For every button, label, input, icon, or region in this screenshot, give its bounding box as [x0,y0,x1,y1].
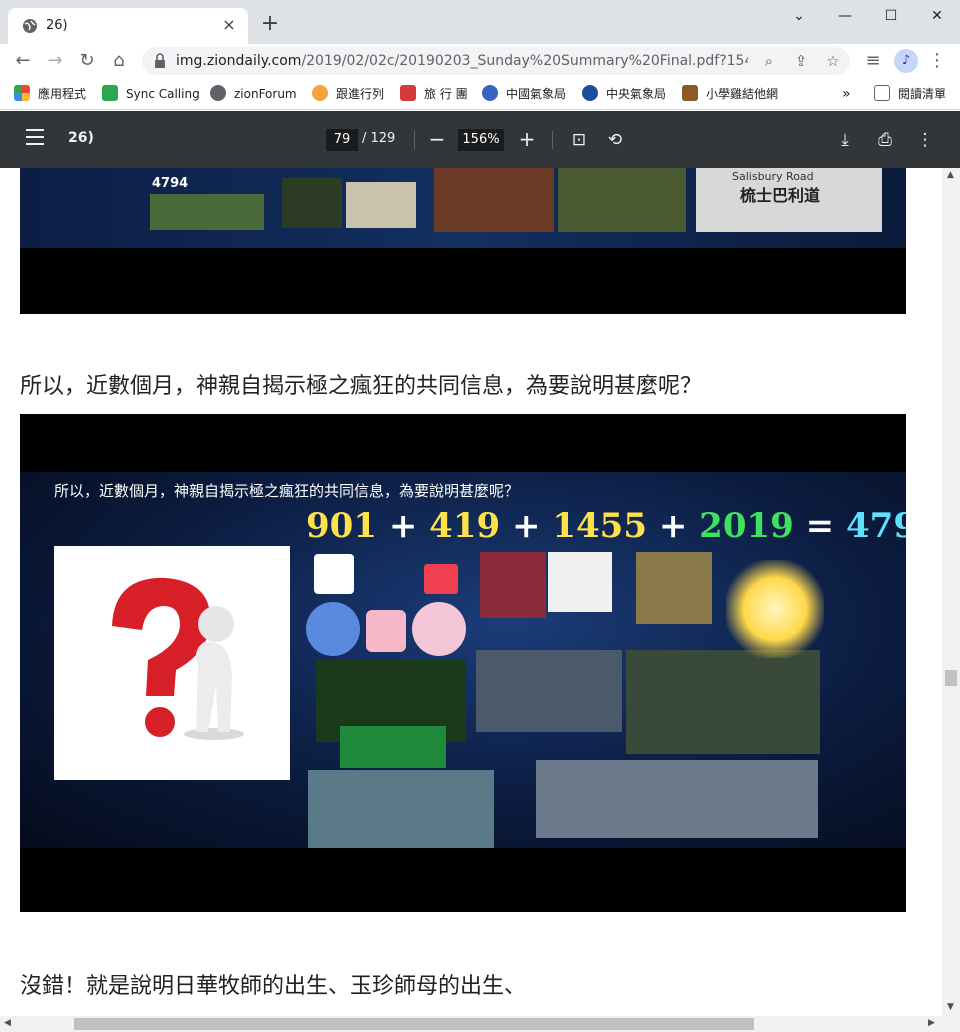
tab-strip: 26) × + ⌄ — ☐ ✕ [0,0,960,44]
pdf-menu-icon[interactable] [26,129,44,145]
calendar-icon [314,554,354,594]
back-icon[interactable]: ← [12,50,34,72]
rotate-icon[interactable]: ⟲ [604,129,626,151]
pdf-viewport: 4794 Salisbury Road 梳士巴利道 所以，近數個月，神親自揭示極… [0,168,942,1016]
sync-calling-icon [102,85,118,101]
profile-avatar-icon[interactable]: ♪ [894,49,918,73]
bookmark-sync-calling[interactable]: Sync Calling [102,84,200,104]
map-thumbnail [150,194,264,230]
bookmark-tour[interactable]: 旅 行 團 [400,84,468,104]
zoom-icon[interactable]: ⌕ [758,50,780,72]
browser-toolbar: ← → ↻ ⌂ img.ziondaily.com/2019/02/02c/20… [0,44,960,78]
photo-thumbnail [480,552,546,618]
bookmark-zionforum[interactable]: zionForum [210,84,297,104]
globe-icon [23,19,37,33]
bookmark-cwb[interactable]: 中央氣象局 [582,84,666,104]
scroll-up-icon[interactable]: ▲ [947,170,954,180]
apps-grid-icon [14,85,30,101]
globe-icon [210,85,226,101]
page-total: / 129 [362,131,396,146]
scroll-right-icon[interactable]: ▶ [928,1018,935,1028]
reload-icon[interactable]: ↻ [76,50,98,72]
zoom-input[interactable]: 156% [458,129,504,151]
photo-thumbnail [346,182,416,228]
painting-photo [558,168,686,232]
reading-list-button[interactable]: 閱讀清單 [874,84,946,104]
tab-active[interactable]: 26) × [8,8,248,44]
psalm-thumbnail [636,552,712,624]
home-icon[interactable]: ⌂ [108,50,130,72]
follow-up-icon [312,85,328,101]
question-mark-image [54,546,290,780]
avatar-icon [306,602,360,656]
vertical-scroll-thumb[interactable] [945,670,957,686]
url-text: img.ziondaily.com/2019/02/02c/20190203_S… [176,53,748,69]
guitar-icon [682,85,698,101]
page-number-input[interactable]: 79 [326,129,358,151]
tab-search-button[interactable]: ⌄ [784,6,814,26]
forward-icon[interactable]: → [44,50,66,72]
browser-menu-icon[interactable]: ⋮ [926,50,948,72]
slide-equation: 901 + 419 + 1455 + 2019 = 4794 [306,506,906,546]
zoom-in-button[interactable]: + [516,128,538,150]
road-sign-photo: Salisbury Road 梳士巴利道 [696,168,882,232]
minimize-button[interactable]: — [830,6,860,26]
tour-icon [400,85,416,101]
horizontal-scroll-thumb[interactable] [74,1018,754,1030]
address-bar[interactable]: img.ziondaily.com/2019/02/02c/20190203_S… [142,47,850,75]
media-control-icon[interactable]: ≡ [862,50,884,72]
paragraph-text: 沒錯！就是說明日華牧師的出生、玉珍師母的出生、 [20,974,527,999]
bridge-photo [308,770,494,848]
download-icon[interactable]: ⤓ [834,129,856,151]
photo-thumbnail [282,178,342,228]
fit-page-icon[interactable]: ⊡ [568,129,590,151]
bookmark-guitar[interactable]: 小學雞結他網 [682,84,778,104]
scroll-left-icon[interactable]: ◀ [4,1018,11,1028]
tab-title: 26) [46,18,68,33]
cake-icon [366,610,406,652]
bookmark-apps[interactable]: 應用程式 [14,84,86,104]
share-icon[interactable]: ⇪ [790,50,812,72]
aerial-map [626,650,820,754]
bookmarks-bar: 應用程式 Sync Calling zionForum 跟進行列 旅 行 團 中… [0,78,960,110]
reading-list-icon [874,85,890,101]
pdf-more-icon[interactable]: ⋮ [914,129,936,151]
slide-image: 所以，近數個月，神親自揭示極之瘋狂的共同信息，為要說明甚麼呢？ 901 + 41… [20,414,906,912]
print-icon[interactable]: ⎙ [874,129,896,151]
bookmark-star-icon[interactable]: ☆ [822,50,844,72]
pdf-toolbar: 26) 79 / 129 − 156% + ⊡ ⟲ ⤓ ⎙ ⋮ [0,111,960,168]
bookmarks-more-icon[interactable]: » [842,84,851,104]
cma-icon [482,85,498,101]
buildings-photo [536,760,818,838]
avatar-icon [412,602,466,656]
horizontal-scrollbar[interactable]: ◀ ▶ [0,1016,960,1032]
scroll-down-icon[interactable]: ▼ [947,1002,954,1012]
close-window-button[interactable]: ✕ [922,6,952,26]
zoom-out-button[interactable]: − [428,128,446,150]
table-thumbnail [548,552,612,612]
pdf-title: 26) [68,130,94,146]
question-mark-figure-icon [112,577,244,740]
new-tab-button[interactable]: + [260,13,280,35]
bookmark-follow-up[interactable]: 跟進行列 [312,84,384,104]
highway-sign [340,726,446,768]
top-image-number: 4794 [152,176,189,191]
bookmark-cma[interactable]: 中國氣象局 [482,84,566,104]
slide-image-top: 4794 Salisbury Road 梳士巴利道 [20,168,906,314]
divider [414,131,415,149]
building-photo [434,168,554,232]
vertical-scrollbar[interactable]: ▲ ▼ [942,168,960,1016]
bus-photo [476,650,622,732]
slide-caption: 所以，近數個月，神親自揭示極之瘋狂的共同信息，為要說明甚麼呢？ [54,482,520,500]
divider [552,131,553,149]
cwb-icon [582,85,598,101]
lock-icon [155,53,165,68]
paragraph-text: 所以，近數個月，神親自揭示極之瘋狂的共同信息，為要說明甚麼呢？ [20,374,703,399]
calendar-icon [424,564,458,594]
tab-close-icon[interactable]: × [220,16,238,34]
maximize-button[interactable]: ☐ [876,6,906,26]
glow-light [726,560,824,658]
